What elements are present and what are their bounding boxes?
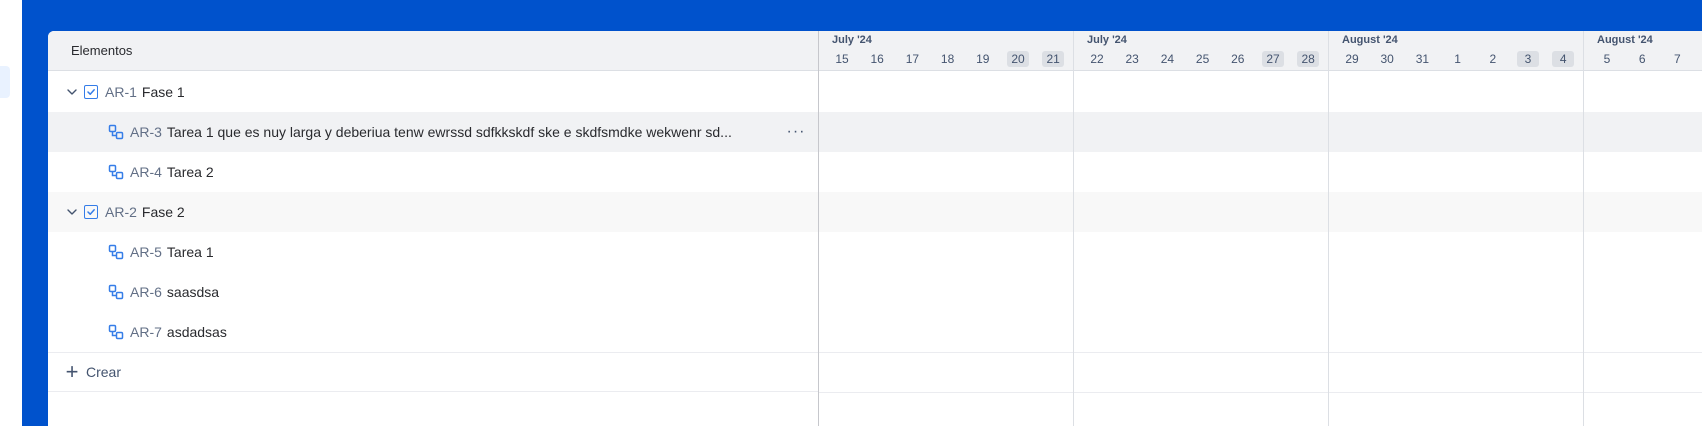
create-button[interactable]: + Crear — [48, 352, 818, 392]
day-label: 24 — [1160, 52, 1175, 66]
day-label: 16 — [870, 52, 884, 66]
day-label: 6 — [1638, 52, 1646, 66]
sidebar-selected-indicator — [0, 66, 10, 98]
subtask-icon — [108, 284, 124, 300]
epic-row[interactable]: AR-1 Fase 1 — [48, 72, 818, 112]
subtask-icon — [108, 124, 124, 140]
timeline-week: July '24 15 16 17 18 19 20 21 — [819, 31, 1074, 426]
day-label: 7 — [1674, 52, 1681, 66]
timeline-grid: July '24 15 16 17 18 19 20 21 July '24 22 23 24 25 26… — [819, 31, 1702, 426]
epic-row[interactable]: AR-2 Fase 2 — [48, 192, 818, 232]
issue-list-pane: Elementos AR-1 Fase 1 AR-3 Tarea 1 que es n… — [48, 31, 819, 426]
month-label: July '24 — [832, 34, 872, 46]
day-label: 2 — [1489, 52, 1497, 66]
month-label: July '24 — [1087, 34, 1127, 46]
subtask-icon — [108, 244, 124, 260]
timeline-week: July '24 22 23 24 25 26 27 28 — [1074, 31, 1329, 426]
issue-row[interactable]: AR-4 Tarea 2 — [48, 152, 818, 192]
day-label: 17 — [905, 52, 920, 66]
day-label: 23 — [1125, 52, 1139, 66]
row-label: AR-7 asdadsas — [130, 324, 770, 340]
issue-key[interactable]: AR-7 — [130, 324, 162, 340]
issue-title[interactable]: Fase 2 — [142, 204, 185, 220]
create-label: Crear — [86, 364, 122, 380]
subtask-icon — [108, 164, 124, 180]
epic-checkbox-icon — [84, 205, 98, 219]
row-label: AR-3 Tarea 1 que es nuy larga y deberiua … — [130, 124, 770, 140]
app-frame: Elementos AR-1 Fase 1 AR-3 Tarea 1 que es n… — [22, 0, 1702, 426]
left-sidebar-edge — [0, 0, 22, 426]
issue-key[interactable]: AR-3 — [130, 124, 162, 140]
day-label: 22 — [1090, 52, 1104, 66]
row-label: AR-1 Fase 1 — [105, 84, 185, 100]
day-label: 4 — [1552, 51, 1575, 67]
issue-title[interactable]: Tarea 1 que es nuy larga y deberiua tenw… — [167, 124, 732, 140]
row-label: AR-5 Tarea 1 — [130, 244, 770, 260]
issue-key[interactable]: AR-6 — [130, 284, 162, 300]
day-label: 25 — [1195, 52, 1210, 66]
timeline-week: August '24 5 6 7 — [1584, 31, 1702, 426]
row-label: AR-6 saasdsa — [130, 284, 770, 300]
issue-key[interactable]: AR-5 — [130, 244, 162, 260]
day-label: 29 — [1345, 52, 1359, 66]
issue-row[interactable]: AR-6 saasdsa — [48, 272, 818, 312]
issue-title[interactable]: Tarea 2 — [167, 164, 214, 180]
day-label: 21 — [1042, 51, 1065, 67]
subtask-icon — [108, 324, 124, 340]
row-label: AR-2 Fase 2 — [105, 204, 185, 220]
day-label: 19 — [976, 52, 990, 66]
day-label: 5 — [1603, 52, 1611, 66]
chevron-down-icon[interactable] — [64, 204, 80, 220]
day-label: 18 — [940, 52, 955, 66]
issue-title[interactable]: Tarea 1 — [167, 244, 214, 260]
day-label: 31 — [1415, 52, 1430, 66]
day-label: 28 — [1297, 51, 1320, 67]
day-label: 15 — [835, 52, 849, 66]
issue-title[interactable]: Fase 1 — [142, 84, 185, 100]
issue-row[interactable]: AR-5 Tarea 1 — [48, 232, 818, 272]
month-label: August '24 — [1597, 34, 1653, 46]
day-label: 30 — [1380, 52, 1394, 66]
issue-key[interactable]: AR-1 — [105, 84, 137, 100]
timeline-panel: Elementos AR-1 Fase 1 AR-3 Tarea 1 que es n… — [48, 31, 1702, 426]
day-label: 3 — [1517, 51, 1539, 67]
issue-row[interactable]: AR-7 asdadsas — [48, 312, 818, 352]
timeline-week: August '24 29 30 31 1 2 3 4 — [1329, 31, 1584, 426]
chevron-down-icon[interactable] — [64, 84, 80, 100]
plus-icon: + — [65, 359, 79, 384]
more-actions-icon[interactable]: ··· — [784, 122, 808, 142]
epic-checkbox-icon — [84, 85, 98, 99]
issue-key[interactable]: AR-4 — [130, 164, 162, 180]
row-label: AR-4 Tarea 2 — [130, 164, 770, 180]
issue-row[interactable]: AR-3 Tarea 1 que es nuy larga y deberiua … — [48, 112, 818, 152]
day-label: 1 — [1454, 52, 1461, 66]
month-label: August '24 — [1342, 34, 1398, 46]
list-header: Elementos — [48, 31, 818, 71]
day-label: 27 — [1262, 51, 1284, 67]
list-header-label: Elementos — [71, 43, 133, 58]
issue-title[interactable]: asdadsas — [167, 324, 227, 340]
day-label: 20 — [1007, 51, 1029, 67]
day-label: 26 — [1231, 52, 1245, 66]
issue-title[interactable]: saasdsa — [167, 284, 219, 300]
issue-key[interactable]: AR-2 — [105, 204, 137, 220]
